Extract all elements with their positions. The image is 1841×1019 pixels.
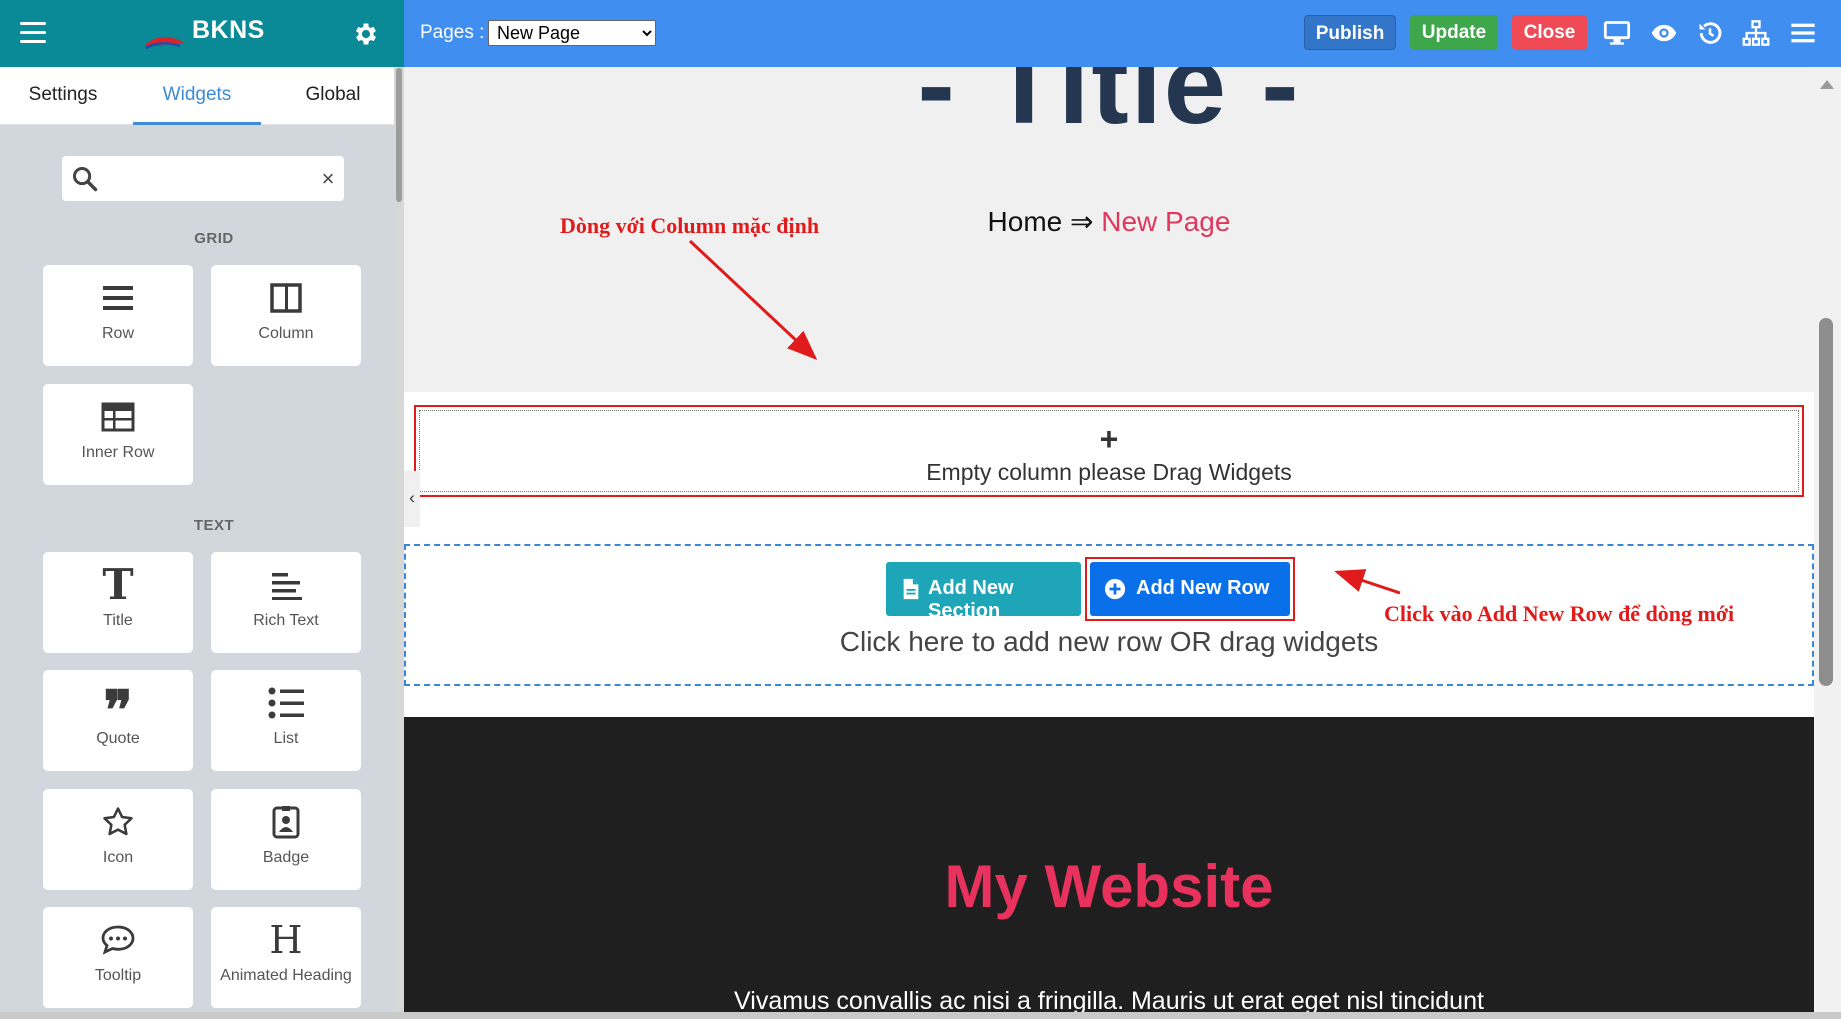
pages-label: Pages : [420,22,485,43]
plus-icon[interactable]: + [420,423,1798,455]
animated-heading-icon: H [269,918,303,962]
scroll-up-arrow-icon[interactable] [1820,80,1834,89]
widget-label: Animated Heading [220,967,352,984]
breadcrumb-home[interactable]: Home [988,206,1063,237]
widget-icon[interactable]: Icon [43,789,193,890]
menu-icon[interactable] [1789,19,1817,47]
widget-badge[interactable]: Badge [211,789,361,890]
close-button[interactable]: Close [1512,15,1587,50]
breadcrumb-current: New Page [1101,206,1231,237]
section-label-grid: GRID [194,230,234,247]
widget-label: Row [101,325,134,342]
list-icon [266,683,306,723]
file-icon [903,578,919,600]
breadcrumb-separator: ⇒ [1070,206,1094,237]
widget-quote[interactable]: ❞ Quote [43,670,193,771]
widget-label: Inner Row [81,444,155,461]
page-title: - Title - [917,67,1301,147]
page-select[interactable]: New Page [488,20,656,46]
gear-icon[interactable] [352,20,380,48]
widget-label: List [273,730,299,747]
row-icon [98,278,138,318]
canvas-scrollbar-thumb[interactable] [1819,318,1833,686]
badge-icon [266,802,306,842]
add-row-hint: Click here to add new row OR drag widget… [839,626,1379,657]
quote-icon: ❞ [103,678,133,742]
widget-label: Icon [102,849,134,866]
brand-name: BKNS [192,16,265,44]
widget-label: Badge [262,849,310,866]
widget-list[interactable]: List [211,670,361,771]
star-icon [98,802,138,842]
add-new-row-button[interactable]: Add New Row [1090,562,1290,616]
widget-search [62,156,344,201]
sidebar-scrollbar[interactable] [394,67,404,1019]
widget-label: Title [103,612,133,629]
eye-icon[interactable] [1650,19,1678,47]
add-new-section-label: Add New Section [928,577,1014,622]
widget-label: Tooltip [94,967,142,984]
tab-settings[interactable]: Settings [0,67,126,125]
add-new-section-button[interactable]: Add New Section [886,562,1081,622]
tab-global[interactable]: Global [268,67,398,125]
editor-toolbar: Pages : New Page Publish Update Close [404,0,1841,67]
empty-column[interactable]: + Empty column please Drag Widgets [414,405,1804,497]
search-icon [72,166,98,192]
horizontal-scrollbar[interactable] [0,1012,1841,1019]
site-title: My Website [944,853,1274,920]
search-clear-button[interactable]: × [318,162,338,196]
widget-column[interactable]: Column [211,265,361,366]
widget-tooltip[interactable]: Tooltip [43,907,193,1008]
collapse-sidebar-handle[interactable]: ‹ [404,471,420,527]
inner-row-icon [98,397,138,437]
annotation-add-row: Click vào Add New Row để dòng mới [1384,601,1735,626]
rich-text-icon [266,565,306,605]
tab-widgets[interactable]: Widgets [133,67,261,125]
sidebar-tabs: Settings Widgets Global [0,67,404,125]
search-input[interactable] [106,162,306,194]
widget-rich-text[interactable]: Rich Text [211,552,361,653]
menu-icon[interactable] [20,22,46,44]
tooltip-icon [98,920,138,960]
plus-circle-icon [1104,578,1126,600]
sitemap-icon[interactable] [1742,19,1770,47]
widget-label: Quote [96,730,140,747]
widget-sidebar: BKNS Settings Widgets Global × GRID Row … [0,0,404,1019]
sidebar-header: BKNS [0,0,404,67]
column-icon [266,278,306,318]
widget-label: Rich Text [253,612,319,629]
sidebar-scrollbar-thumb[interactable] [396,68,402,202]
logo-icon [144,37,184,50]
empty-column-text: Empty column please Drag Widgets [926,459,1292,485]
widget-animated-heading[interactable]: H Animated Heading [211,907,361,1008]
widget-row[interactable]: Row [43,265,193,366]
widget-label: Column [258,325,314,342]
title-icon: T [102,560,134,609]
page-canvas: - Title - Home ⇒ New Page + Empty column… [404,67,1814,1019]
column-dropzone[interactable]: + Empty column please Drag Widgets [419,410,1799,492]
history-icon[interactable] [1696,19,1724,47]
update-button[interactable]: Update [1410,15,1498,50]
widget-inner-row[interactable]: Inner Row [43,384,193,485]
desktop-icon[interactable] [1603,19,1631,47]
section-label-text: TEXT [193,517,235,534]
widget-title[interactable]: T Title [43,552,193,653]
add-new-row-label: Add New Row [1136,577,1270,599]
annotation-default-column: Dòng với Column mặc định [560,213,820,238]
publish-button[interactable]: Publish [1304,15,1396,50]
